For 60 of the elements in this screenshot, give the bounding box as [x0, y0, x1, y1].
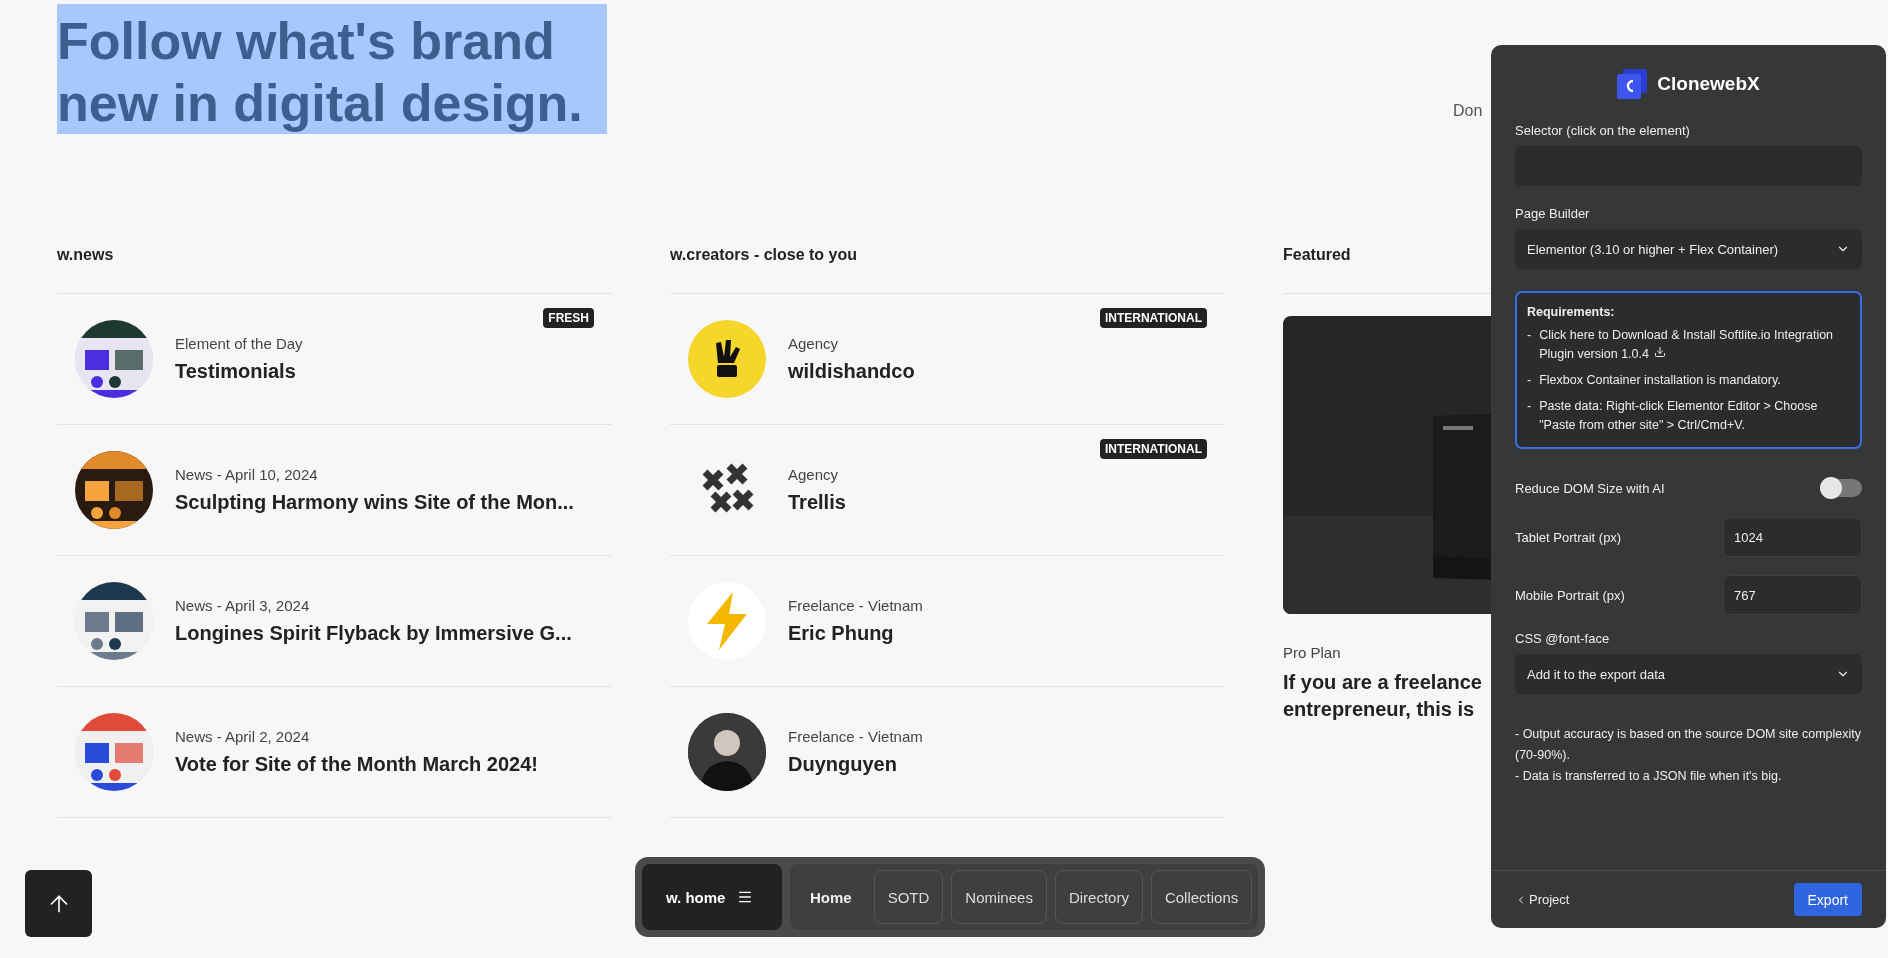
download-icon	[1653, 346, 1666, 359]
note-text: - Output accuracy is based on the source DOM site complexity (70-90%).	[1515, 726, 1862, 765]
column-title: w.news	[57, 246, 612, 294]
toggle-label: Reduce DOM Size with AI	[1515, 480, 1665, 496]
item-meta: Freelance - Vietnam	[788, 728, 924, 745]
item-title[interactable]: Sculpting Harmony wins Site of the Mon...	[175, 491, 594, 514]
logo-icon	[1617, 69, 1648, 99]
menu-button[interactable]: w. home	[642, 864, 782, 930]
item-badge: INTERNATIONAL	[1099, 439, 1207, 459]
item-meta: Freelance - Vietnam	[788, 597, 924, 614]
bullet: -	[1527, 327, 1532, 344]
item-badge: FRESH	[543, 308, 594, 328]
field-label: CSS @font-face	[1515, 631, 1611, 647]
toggle-switch[interactable]	[1820, 479, 1862, 498]
back-to-top-button[interactable]	[25, 870, 92, 937]
item-meta: Agency	[788, 466, 840, 483]
requirement-text: Flexbox Container installation is mandatory.	[1539, 372, 1781, 390]
item-title[interactable]: Vote for Site of the Month March 2024!	[175, 753, 594, 776]
item-title[interactable]: Trellis	[788, 491, 1078, 514]
item-title[interactable]: Duynguyen	[788, 753, 1207, 776]
field-label: Mobile Portrait (px)	[1515, 587, 1625, 603]
tablet-width-field[interactable]: 1024	[1723, 517, 1862, 558]
field-label: Tablet Portrait (px)	[1515, 529, 1622, 545]
menu-icon	[737, 889, 754, 905]
nav-tab[interactable]: Directory	[1054, 870, 1143, 924]
brand-name: ClonewebX	[1657, 73, 1760, 95]
item-meta: Agency	[788, 335, 840, 352]
headline: Follow what's brand new in digital design.	[57, 4, 607, 134]
item-title[interactable]: wildishandco	[788, 360, 1078, 383]
requirement-text[interactable]: Click here to Download & Install Softlite.io Integration Plugin version 1.0.4	[1539, 326, 1850, 365]
item-meta: News - April 3, 2024	[175, 597, 311, 614]
nav-tab[interactable]: Collections	[1150, 870, 1253, 924]
item-title[interactable]: Eric Phung	[788, 622, 1207, 645]
featured-text[interactable]: If you are a freelance	[1283, 669, 1482, 696]
featured-text[interactable]: entrepreneur, this is	[1283, 696, 1475, 723]
nav-tab[interactable]: Nominees	[951, 870, 1047, 924]
export-button[interactable]: Export	[1793, 883, 1862, 916]
note-text: - Data is transferred to a JSON file when it's big.	[1515, 768, 1783, 786]
requirement-text: Paste data: Right-click Elementor Editor > Choose "Paste from other site" > Ctrl/Cmd+V.	[1539, 398, 1819, 435]
item-meta: News - April 2, 2024	[175, 728, 311, 745]
mobile-width-field[interactable]: 767	[1723, 575, 1862, 616]
requirements-title: Requirements:	[1527, 305, 1616, 319]
column-title: w.creators - close to you	[670, 246, 1225, 294]
tagline: Don	[1453, 102, 1483, 119]
lightning-icon	[707, 592, 747, 650]
bullet: -	[1527, 372, 1532, 390]
font-face-select[interactable]: Add it to the export data	[1515, 654, 1862, 695]
back-link[interactable]: Project	[1515, 892, 1570, 907]
item-badge: INTERNATIONAL	[1099, 308, 1207, 328]
featured-category: Pro Plan	[1283, 644, 1341, 661]
item-meta: Element of the Day	[175, 335, 304, 352]
item-title[interactable]: Testimonials	[175, 360, 522, 383]
bullet: -	[1527, 398, 1532, 416]
field-label: Selector (click on the element)	[1515, 123, 1691, 138]
page-builder-select[interactable]: Elementor (3.10 or higher + Flex Container)	[1515, 229, 1862, 269]
item-meta: News - April 10, 2024	[175, 466, 319, 483]
nav-tab[interactable]: Home	[796, 870, 866, 924]
nav-tab[interactable]: SOTD	[873, 870, 944, 924]
field-label: Page Builder	[1515, 206, 1591, 221]
item-title[interactable]: Longines Spirit Flyback by Immersive G...	[175, 622, 594, 645]
